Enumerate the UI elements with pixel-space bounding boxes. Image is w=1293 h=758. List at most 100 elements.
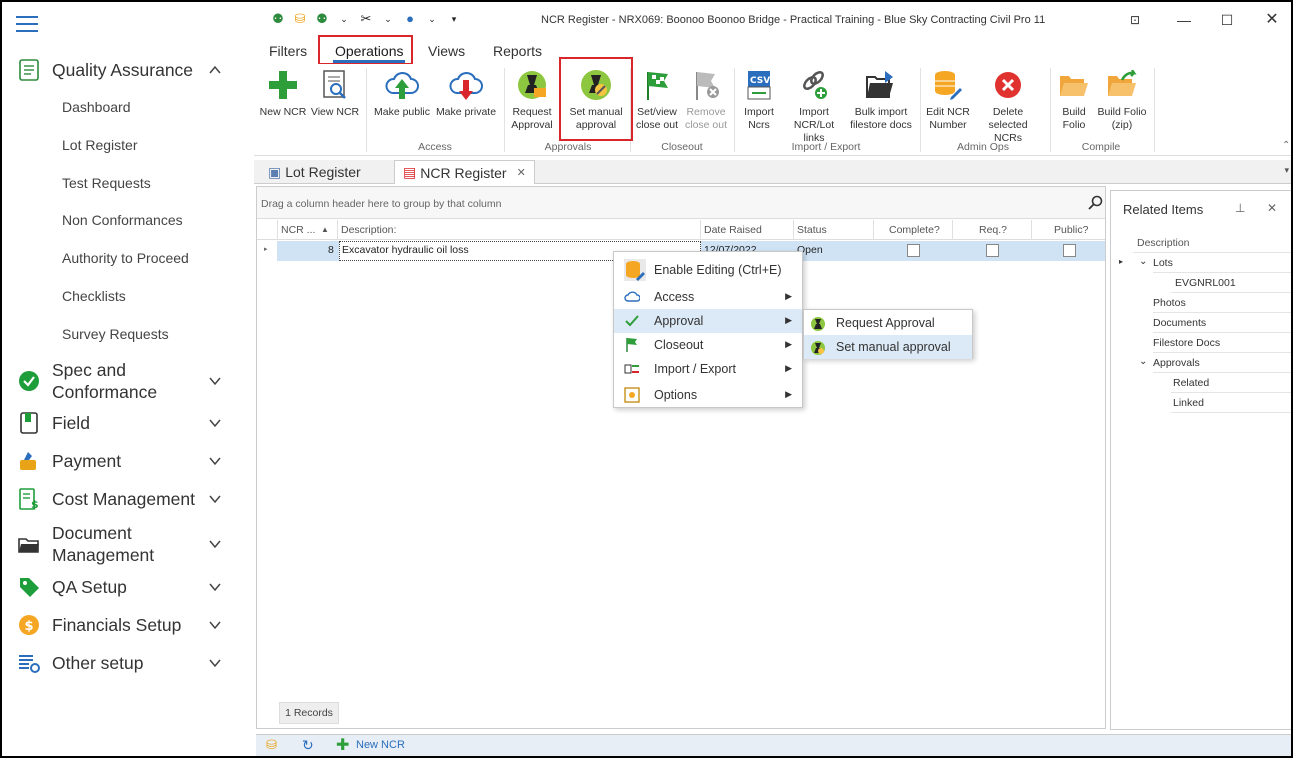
doc-tab-ncr-register[interactable]: ▤ NCR Register ✕ xyxy=(394,160,535,184)
nav-group-financials-setup[interactable]: $ Financials Setup xyxy=(4,606,252,644)
nav-group-spec-conformance[interactable]: Spec and Conformance xyxy=(4,359,252,403)
bulk-import-button[interactable]: Bulk import filestore docs xyxy=(848,68,914,132)
new-ncr-button[interactable]: New NCR xyxy=(258,68,308,119)
nav-group-label-line2: Management xyxy=(52,545,155,565)
nav-group-payment[interactable]: Payment xyxy=(4,442,252,480)
nav-group-quality-assurance[interactable]: Quality Assurance xyxy=(4,51,252,89)
tree-node-lots[interactable]: Lots xyxy=(1153,253,1291,273)
hamburger-menu-icon[interactable] xyxy=(16,16,38,34)
user-icon[interactable]: ● xyxy=(402,11,418,27)
column-description[interactable]: Description: xyxy=(341,224,396,236)
sidebar-item-authority-to-proceed[interactable]: Authority to Proceed xyxy=(62,250,189,266)
complete-checkbox[interactable] xyxy=(907,244,920,257)
column-date-raised[interactable]: Date Raised xyxy=(704,224,762,236)
doc-tab-lot-register[interactable]: ▣ Lot Register xyxy=(260,160,369,184)
qa-icon xyxy=(18,59,40,81)
collapse-ribbon-icon[interactable]: ⌃ xyxy=(1282,140,1290,151)
nav-group-document-management[interactable]: Document Management xyxy=(4,522,252,566)
sidebar-item-lot-register[interactable]: Lot Register xyxy=(62,137,137,153)
database-edit-icon[interactable]: ⛁ xyxy=(266,737,277,753)
people-icon[interactable]: ⚉ xyxy=(270,11,286,27)
minimize-icon[interactable]: — xyxy=(1174,10,1194,30)
column-complete[interactable]: Complete? xyxy=(889,224,940,236)
records-count: 1 Records xyxy=(279,702,339,724)
chevron-down-icon[interactable]: ⌄ xyxy=(424,11,440,27)
make-private-button[interactable]: Make private xyxy=(434,68,498,119)
column-public[interactable]: Public? xyxy=(1054,224,1088,236)
tab-filters[interactable]: Filters xyxy=(269,43,307,59)
close-tab-icon[interactable]: ✕ xyxy=(517,166,526,179)
menu-item-set-manual-approval[interactable]: Set manual approval xyxy=(804,335,972,359)
group-label-approvals: Approvals xyxy=(544,141,592,153)
req-checkbox[interactable] xyxy=(986,244,999,257)
menu-item-import-export[interactable]: Import / Export ▶ xyxy=(614,357,802,381)
close-icon[interactable]: ✕ xyxy=(1262,10,1282,30)
nav-group-label: Quality Assurance xyxy=(52,60,194,80)
tab-views[interactable]: Views xyxy=(428,43,465,59)
tree-node-linked[interactable]: Linked xyxy=(1171,393,1291,413)
title-bar: ⚉ ⛁ ⚉ ⌄ ✂ ⌄ ● ⌄ ▾ NCR Register - NRX069:… xyxy=(254,4,1291,36)
nav-group-field[interactable]: Field xyxy=(4,404,252,442)
remove-closeout-button[interactable]: Remove close out xyxy=(682,68,730,132)
chevron-down-icon[interactable]: ⌄ xyxy=(336,11,352,27)
chevron-down-icon[interactable]: ⌄ xyxy=(380,11,396,27)
sidebar-item-dashboard[interactable]: Dashboard xyxy=(62,99,131,115)
refresh-icon[interactable]: ↻ xyxy=(302,737,314,754)
tab-reports[interactable]: Reports xyxy=(493,43,542,59)
menu-item-enable-editing[interactable]: Enable Editing (Ctrl+E) xyxy=(614,256,802,284)
sidebar-item-test-requests[interactable]: Test Requests xyxy=(62,175,151,191)
column-req[interactable]: Req.? xyxy=(979,224,1007,236)
tree-node-photos[interactable]: Photos xyxy=(1153,293,1291,313)
sidebar-item-survey-requests[interactable]: Survey Requests xyxy=(62,326,169,342)
sidebar-item-non-conformances[interactable]: Non Conformances xyxy=(62,212,183,228)
search-icon[interactable] xyxy=(1088,195,1103,210)
menu-item-request-approval[interactable]: Request Approval xyxy=(804,311,972,335)
delete-selected-ncrs-button[interactable]: Delete selected NCRs xyxy=(974,68,1042,145)
plus-icon[interactable]: ✚ xyxy=(336,735,349,755)
view-ncr-button[interactable]: View NCR xyxy=(310,68,360,119)
menu-item-access[interactable]: Access ▶ xyxy=(614,285,802,309)
tree-node-approvals[interactable]: Approvals xyxy=(1153,353,1291,373)
build-folio-zip-button[interactable]: Build Folio (zip) xyxy=(1096,68,1148,132)
import-ncrs-button[interactable]: CSV Import Ncrs xyxy=(738,68,780,132)
new-ncr-link[interactable]: New NCR xyxy=(356,739,405,751)
tree-node-lot-item[interactable]: EVGNRL001 xyxy=(1171,273,1291,293)
sidebar-item-checklists[interactable]: Checklists xyxy=(62,288,126,304)
tree-node-documents[interactable]: Documents xyxy=(1153,313,1291,333)
customize-qat-icon[interactable]: ▾ xyxy=(446,11,462,27)
nav-group-qa-setup[interactable]: QA Setup xyxy=(4,568,252,606)
ribbon-display-icon[interactable]: ⊡ xyxy=(1125,10,1145,30)
nav-group-other-setup[interactable]: Other setup xyxy=(4,644,252,682)
menu-item-options[interactable]: Options ▶ xyxy=(614,383,802,407)
column-status[interactable]: Status xyxy=(797,224,827,236)
pin-icon[interactable]: ⊥ xyxy=(1235,201,1245,215)
set-view-closeout-button[interactable]: Set/view close out xyxy=(634,68,680,132)
tab-list-dropdown-icon[interactable]: ▾ xyxy=(1284,165,1289,176)
column-divider xyxy=(1031,220,1032,240)
close-panel-icon[interactable]: ✕ xyxy=(1267,201,1277,215)
chevron-down-icon[interactable]: ⌄ xyxy=(1139,356,1147,367)
payment-icon xyxy=(18,450,40,472)
chevron-down-icon xyxy=(209,495,221,504)
group-panel[interactable]: Drag a column header here to group by th… xyxy=(257,187,1105,219)
public-checkbox[interactable] xyxy=(1063,244,1076,257)
edit-ncr-number-button[interactable]: Edit NCR Number xyxy=(924,68,972,132)
menu-item-approval[interactable]: Approval ▶ xyxy=(614,309,802,333)
column-ncr[interactable]: NCR ... xyxy=(281,224,315,236)
tree-node-filestore-docs[interactable]: Filestore Docs xyxy=(1153,333,1291,353)
chevron-down-icon[interactable]: ⌄ xyxy=(1139,256,1147,267)
build-folio-button[interactable]: Build Folio xyxy=(1054,68,1094,132)
tree-node-related[interactable]: Related xyxy=(1171,373,1291,393)
make-public-button[interactable]: Make public xyxy=(372,68,432,119)
folder-import-icon xyxy=(864,68,898,102)
tools-icon[interactable]: ✂ xyxy=(358,11,374,27)
request-approval-button[interactable]: Request Approval xyxy=(508,68,556,132)
submenu-arrow-icon: ▶ xyxy=(785,363,792,373)
people-dropdown-icon[interactable]: ⚉ xyxy=(314,11,330,27)
row-expander-icon[interactable]: ▸ xyxy=(1119,257,1123,266)
maximize-icon[interactable]: ☐ xyxy=(1217,10,1237,30)
import-links-button[interactable]: Import NCR/Lot links xyxy=(782,68,846,145)
database-icon[interactable]: ⛁ xyxy=(292,11,308,27)
menu-item-closeout[interactable]: Closeout ▶ xyxy=(614,333,802,357)
nav-group-cost-management[interactable]: $ Cost Management xyxy=(4,480,252,518)
